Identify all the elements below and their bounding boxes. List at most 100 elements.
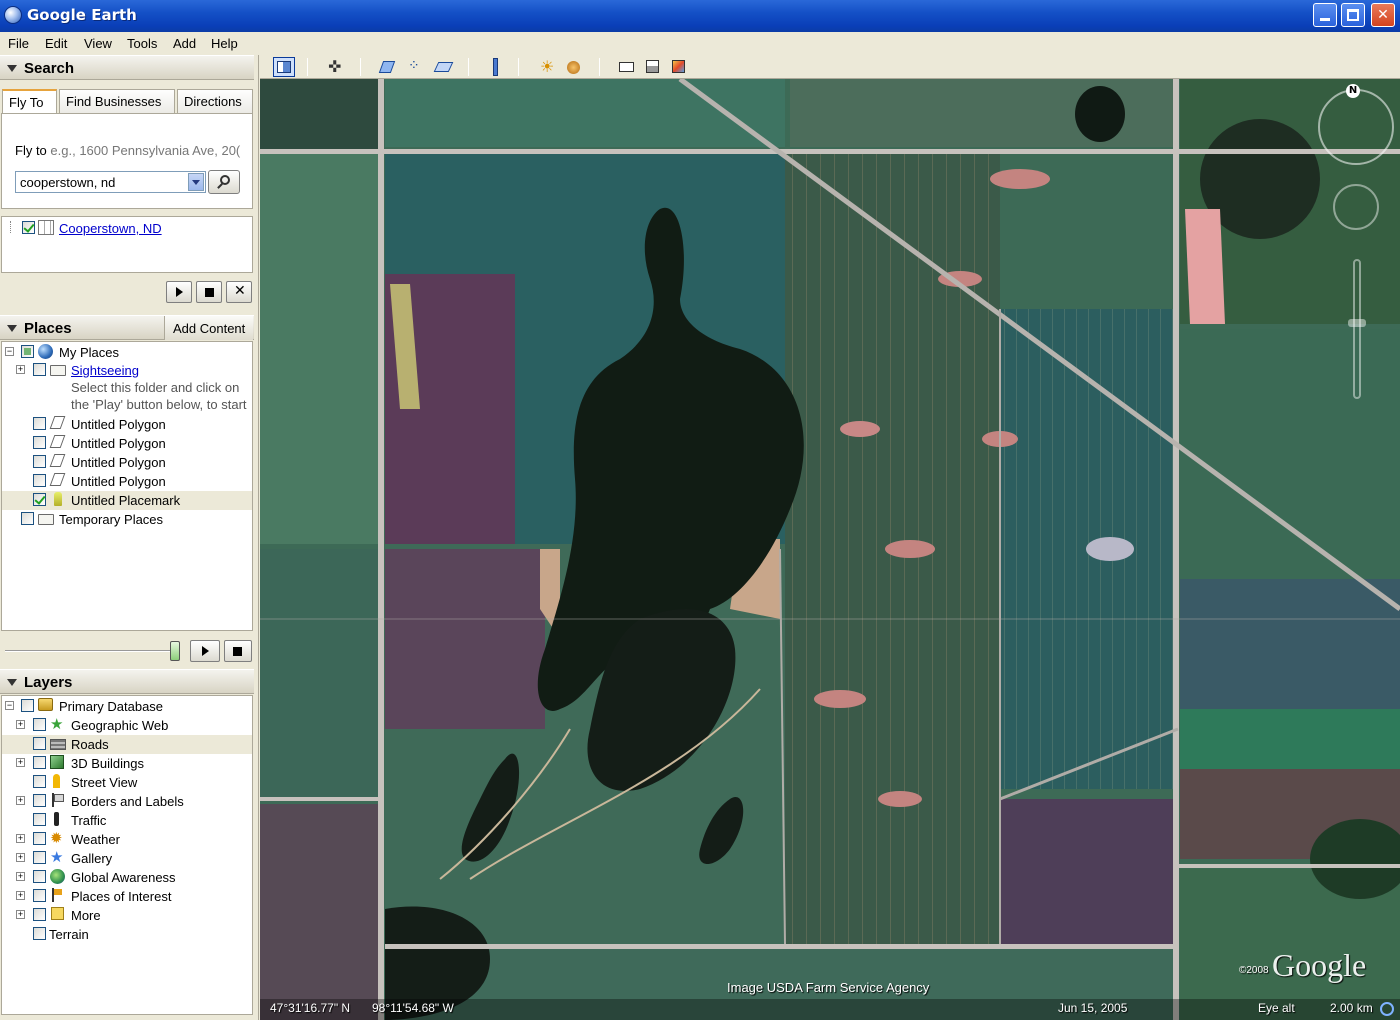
sunlight-button[interactable]: ☀ [537,57,559,77]
layer-terrain[interactable]: Terrain [2,925,252,944]
add-placemark-button[interactable]: ✜ [325,57,347,77]
result-item[interactable]: Cooperstown, ND [2,219,252,238]
layer-3d-buildings[interactable]: + 3D Buildings [2,754,252,773]
search-play-button[interactable] [166,281,192,303]
layer-gallery[interactable]: + ★ Gallery [2,849,252,868]
layer-street-view[interactable]: Street View [2,773,252,792]
expand-toggle[interactable]: + [16,834,25,843]
look-joystick[interactable] [1318,89,1394,165]
layer-checkbox[interactable] [33,927,46,940]
add-path-button[interactable]: ⁘ [405,57,427,77]
tree-item-polygon[interactable]: Untitled Polygon [2,434,252,453]
close-button[interactable]: ✕ [1371,3,1395,27]
zoom-slider[interactable] [1353,259,1361,399]
tree-item-polygon[interactable]: Untitled Polygon [2,453,252,472]
expand-toggle[interactable]: + [16,910,25,919]
layer-checkbox[interactable] [33,832,46,845]
tab-fly-to[interactable]: Fly To [2,89,57,114]
email-button[interactable] [616,57,638,77]
tab-find-businesses[interactable]: Find Businesses [59,89,175,113]
search-button[interactable] [208,170,240,194]
layer-global-awareness[interactable]: + Global Awareness [2,868,252,887]
tour-speed-slider[interactable] [5,650,177,652]
search-history-dropdown[interactable] [188,173,204,191]
layer-checkbox[interactable] [33,737,46,750]
layers-header[interactable]: Layers [0,669,254,694]
layer-checkbox[interactable] [33,889,46,902]
menu-tools[interactable]: Tools [127,36,157,51]
layer-roads[interactable]: Roads [2,735,252,754]
layer-checkbox[interactable] [33,756,46,769]
search-header[interactable]: Search [0,55,254,80]
result-link[interactable]: Cooperstown, ND [59,221,162,236]
add-image-overlay-button[interactable] [433,57,455,77]
menu-view[interactable]: View [84,36,112,51]
expand-toggle[interactable]: + [16,796,25,805]
tab-directions[interactable]: Directions [177,89,253,113]
layer-checkbox[interactable] [33,794,46,807]
layer-checkbox[interactable] [33,813,46,826]
visibility-checkbox[interactable] [21,345,34,358]
expand-toggle[interactable]: + [16,853,25,862]
expand-toggle[interactable]: + [16,365,25,374]
visibility-checkbox[interactable] [21,512,34,525]
layer-traffic[interactable]: Traffic [2,811,252,830]
layer-checkbox[interactable] [33,870,46,883]
layer-checkbox[interactable] [33,851,46,864]
minimize-button[interactable] [1313,3,1337,27]
maximize-button[interactable] [1341,3,1365,27]
visibility-checkbox[interactable] [33,363,46,376]
menu-file[interactable]: File [8,36,29,51]
tree-item-polygon[interactable]: Untitled Polygon [2,472,252,491]
layer-checkbox[interactable] [33,775,46,788]
layer-checkbox[interactable] [33,908,46,921]
layer-weather[interactable]: + ✹ Weather [2,830,252,849]
zoom-slider-thumb[interactable] [1348,319,1366,327]
layer-more[interactable]: + More [2,906,252,925]
north-indicator[interactable]: N [1346,84,1360,98]
clear-results-button[interactable]: ✕ [226,281,252,303]
move-joystick[interactable] [1333,184,1379,230]
layer-checkbox[interactable] [21,699,34,712]
expand-toggle[interactable]: + [16,891,25,900]
visibility-checkbox[interactable] [33,474,46,487]
view-in-maps-button[interactable] [668,57,690,77]
title-bar[interactable]: Google Earth ✕ [0,0,1400,32]
add-content-button[interactable]: Add Content [164,316,253,340]
ruler-button[interactable] [485,57,507,77]
tree-item-temporary-places[interactable]: Temporary Places [2,510,252,529]
search-stop-button[interactable] [196,281,222,303]
layer-places-of-interest[interactable]: + Places of Interest [2,887,252,906]
expand-toggle[interactable]: + [16,758,25,767]
switch-sky-button[interactable] [563,57,585,77]
expand-toggle[interactable]: + [16,872,25,881]
print-button[interactable] [642,57,664,77]
menu-add[interactable]: Add [173,36,196,51]
add-polygon-button[interactable] [377,57,399,77]
tree-item-sightseeing[interactable]: + Sightseeing [2,361,252,380]
tree-item-my-places[interactable]: − My Places [2,343,252,362]
visibility-checkbox[interactable] [33,436,46,449]
tree-item-label[interactable]: Sightseeing [71,363,139,378]
layer-geographic-web[interactable]: + ★ Geographic Web [2,716,252,735]
layer-primary-database[interactable]: − Primary Database [2,697,252,716]
menu-help[interactable]: Help [211,36,238,51]
visibility-checkbox[interactable] [33,455,46,468]
layer-borders-labels[interactable]: + Borders and Labels [2,792,252,811]
sidebar-toggle-button[interactable] [273,57,295,77]
visibility-checkbox[interactable] [33,493,46,506]
tree-item-polygon[interactable]: Untitled Polygon [2,415,252,434]
tour-slider-thumb[interactable] [170,641,180,661]
places-play-button[interactable] [190,640,220,662]
collapse-toggle[interactable]: − [5,701,14,710]
places-stop-button[interactable] [224,640,252,662]
layer-checkbox[interactable] [33,718,46,731]
search-input[interactable]: cooperstown, nd [15,171,206,193]
expand-toggle[interactable]: + [16,720,25,729]
map-view[interactable]: N Image USDA Farm Service Agency Google … [260,79,1400,1020]
collapse-toggle[interactable]: − [5,347,14,356]
tree-item-placemark[interactable]: Untitled Placemark [2,491,252,510]
menu-edit[interactable]: Edit [45,36,67,51]
result-checkbox[interactable] [22,221,35,234]
visibility-checkbox[interactable] [33,417,46,430]
